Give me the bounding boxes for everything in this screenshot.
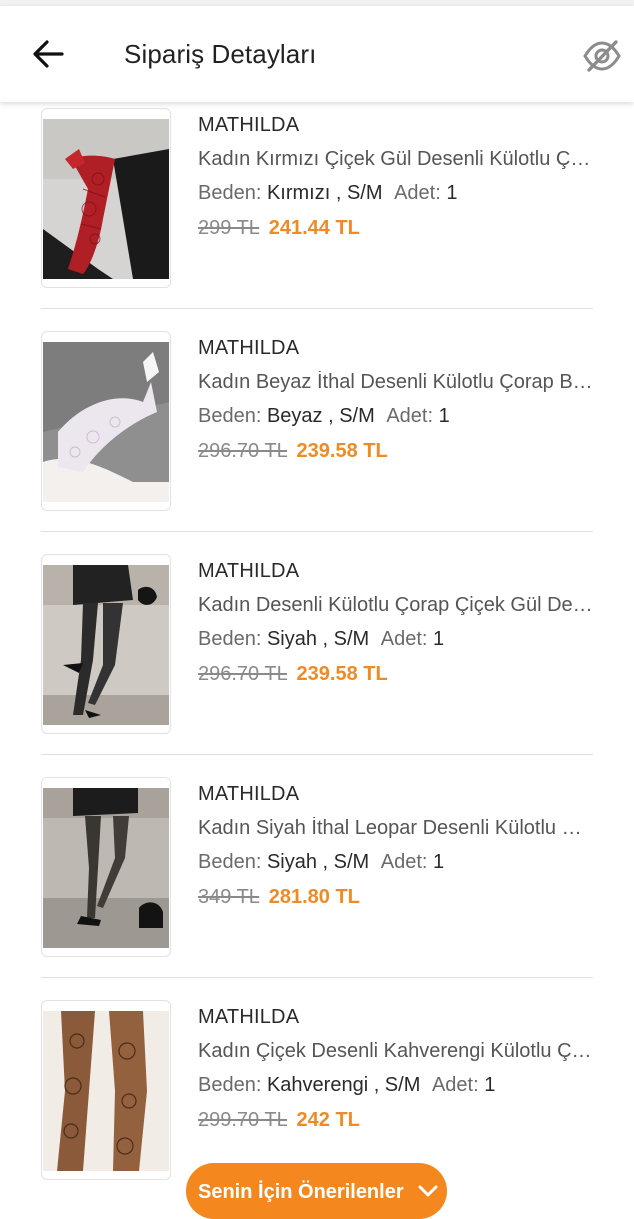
brand-name: MATHILDA xyxy=(198,560,300,582)
discounted-price: 281.80 TL xyxy=(268,886,360,908)
divider xyxy=(41,977,593,978)
price-row: 299.70 TL 242 TL xyxy=(198,1109,360,1132)
product-image[interactable] xyxy=(41,331,171,511)
eye-off-icon xyxy=(583,40,621,72)
page-title: Sipariş Detayları xyxy=(124,39,317,69)
hide-prices-button[interactable] xyxy=(580,36,624,76)
original-price: 299.70 TL xyxy=(198,1109,287,1131)
product-attributes: Beden: Kahverengi , S/M Adet: 1 xyxy=(198,1074,495,1097)
quantity-value: 1 xyxy=(433,851,445,873)
product-name[interactable]: Kadın Çiçek Desenli Kahverengi Külotlu Ç… xyxy=(198,1040,594,1063)
size-label: Beden: xyxy=(198,182,262,204)
color-size-value: Siyah , S/M xyxy=(266,628,370,650)
product-name[interactable]: Kadın Beyaz İthal Desenli Külotlu Çorap … xyxy=(198,371,594,394)
product-attributes: Beden: Siyah , S/M Adet: 1 xyxy=(198,851,444,874)
price-row: 296.70 TL 239.58 TL xyxy=(198,440,388,463)
discounted-price: 239.58 TL xyxy=(296,663,388,685)
size-label: Beden: xyxy=(198,1074,262,1096)
order-item: MATHILDA Kadın Desenli Külotlu Çorap Çiç… xyxy=(0,548,634,770)
recommendations-button[interactable]: Senin İçin Önerilenler xyxy=(186,1163,447,1219)
discounted-price: 242 TL xyxy=(296,1109,360,1131)
color-size-value: Beyaz , S/M xyxy=(266,405,375,427)
discounted-price: 239.58 TL xyxy=(296,440,388,462)
back-button[interactable] xyxy=(26,34,70,74)
price-row: 299 TL 241.44 TL xyxy=(198,217,360,240)
product-attributes: Beden: Siyah , S/M Adet: 1 xyxy=(198,628,444,651)
quantity-value: 1 xyxy=(484,1074,496,1096)
size-label: Beden: xyxy=(198,405,262,427)
black-leopard-tights-photo xyxy=(43,788,169,948)
color-size-value: Kırmızı , S/M xyxy=(266,182,383,204)
black-floral-tights-photo xyxy=(43,565,169,725)
brown-floral-tights-photo xyxy=(43,1011,169,1171)
brand-name: MATHILDA xyxy=(198,114,300,136)
divider xyxy=(41,308,593,309)
recommendations-label: Senin İçin Önerilenler xyxy=(198,1181,404,1203)
red-lace-tights-photo xyxy=(43,119,169,279)
brand-name: MATHILDA xyxy=(198,337,300,359)
product-name[interactable]: Kadın Kırmızı Çiçek Gül Desenli Külotlu … xyxy=(198,148,594,171)
order-item: MATHILDA Kadın Beyaz İthal Desenli Külot… xyxy=(0,325,634,547)
color-size-value: Kahverengi , S/M xyxy=(266,1074,421,1096)
order-items-list[interactable]: MATHILDA Kadın Kırmızı Çiçek Gül Desenli… xyxy=(0,102,634,1200)
price-row: 349 TL 281.80 TL xyxy=(198,886,360,909)
discounted-price: 241.44 TL xyxy=(268,217,360,239)
quantity-label: Adet: xyxy=(386,405,434,427)
divider xyxy=(41,754,593,755)
product-attributes: Beden: Beyaz , S/M Adet: 1 xyxy=(198,405,450,428)
white-lace-tights-photo xyxy=(43,342,169,502)
product-name[interactable]: Kadın Siyah İthal Leopar Desenli Külotlu… xyxy=(198,817,594,840)
size-label: Beden: xyxy=(198,851,262,873)
app-header: Sipariş Detayları xyxy=(0,6,634,102)
quantity-value: 1 xyxy=(438,405,450,427)
product-image[interactable] xyxy=(41,1000,171,1180)
order-item: MATHILDA Kadın Kırmızı Çiçek Gül Desenli… xyxy=(0,102,634,324)
color-size-value: Siyah , S/M xyxy=(266,851,370,873)
quantity-label: Adet: xyxy=(394,182,441,204)
chevron-down-icon xyxy=(418,1185,438,1197)
quantity-value: 1 xyxy=(433,628,445,650)
quantity-value: 1 xyxy=(446,182,458,204)
brand-name: MATHILDA xyxy=(198,783,300,805)
order-item: MATHILDA Kadın Siyah İthal Leopar Desenl… xyxy=(0,771,634,993)
product-image[interactable] xyxy=(41,777,171,957)
product-image[interactable] xyxy=(41,554,171,734)
divider xyxy=(41,531,593,532)
original-price: 296.70 TL xyxy=(198,440,287,462)
arrow-left-icon xyxy=(33,40,64,68)
quantity-label: Adet: xyxy=(431,1074,479,1096)
price-row: 296.70 TL 239.58 TL xyxy=(198,663,388,686)
quantity-label: Adet: xyxy=(380,851,428,873)
brand-name: MATHILDA xyxy=(198,1006,300,1028)
product-name[interactable]: Kadın Desenli Külotlu Çorap Çiçek Gül De… xyxy=(198,594,594,617)
product-attributes: Beden: Kırmızı , S/M Adet: 1 xyxy=(198,182,457,205)
original-price: 349 TL xyxy=(198,886,260,908)
size-label: Beden: xyxy=(198,628,262,650)
product-image[interactable] xyxy=(41,108,171,288)
original-price: 299 TL xyxy=(198,217,260,239)
original-price: 296.70 TL xyxy=(198,663,287,685)
quantity-label: Adet: xyxy=(380,628,428,650)
